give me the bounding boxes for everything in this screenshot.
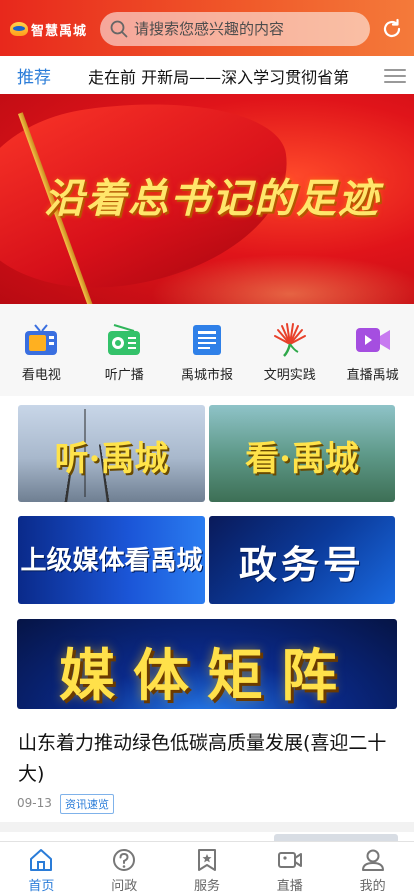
newspaper-icon — [189, 322, 225, 358]
tv-icon — [23, 322, 59, 358]
video-camera-icon — [277, 852, 302, 868]
logo-icon — [10, 22, 28, 36]
hero-banner[interactable]: 沿着总书记的足迹 — [0, 94, 414, 304]
article-title[interactable]: 山东着力推动绿色低碳高质量发展(喜迎二十大) — [18, 728, 396, 790]
search-icon — [110, 20, 128, 38]
card-title: 媒体矩阵 — [59, 643, 355, 709]
banner-glow — [150, 254, 414, 304]
nav-label: 问政 — [111, 879, 138, 894]
article-date: 09-13 — [17, 796, 52, 810]
headline-ticker[interactable]: 走在前 开新局——深入学习贯彻省第 — [88, 64, 378, 88]
quicknav-label: 直播禹城 — [346, 368, 399, 383]
card-media-matrix[interactable]: 媒体矩阵 — [17, 619, 397, 709]
refresh-icon — [383, 18, 401, 38]
refresh-button[interactable] — [378, 15, 406, 43]
menu-line-icon — [384, 69, 406, 71]
app-root: 智慧禹城 推荐 走在前 开新局——深入学习贯彻省第 — [0, 0, 414, 896]
quicknav-item-radio[interactable]: 听广播 — [83, 304, 166, 396]
user-icon — [361, 849, 384, 871]
menu-line-icon — [384, 75, 406, 77]
nav-live[interactable]: 直播 — [248, 842, 331, 896]
card-title: 看·禹城 — [245, 439, 359, 479]
civilization-icon — [272, 322, 308, 358]
quick-nav: 看电视 听广播 禹城市报 文明实践 直播禹城 — [0, 304, 414, 396]
menu-line-icon — [384, 81, 406, 83]
logo-text: 智慧禹城 — [31, 23, 88, 39]
bottom-navigation: 首页 问政 服务 直播 我的 — [0, 841, 414, 896]
card-listen-yucheng[interactable]: 听·禹城 — [18, 405, 205, 502]
home-icon — [30, 849, 53, 871]
nav-label: 服务 — [193, 879, 220, 894]
card-title: 上级媒体看禹城 — [20, 546, 203, 576]
quicknav-label: 文明实践 — [263, 368, 316, 383]
card-watch-yucheng[interactable]: 看·禹城 — [209, 405, 395, 502]
card-title: 听·禹城 — [54, 439, 169, 479]
quicknav-label: 听广播 — [104, 368, 144, 383]
nav-label: 我的 — [359, 879, 386, 894]
article-category-badge[interactable]: 资讯速览 — [60, 794, 114, 814]
tab-recommend[interactable]: 推荐 — [17, 63, 51, 88]
video-icon — [355, 322, 391, 358]
channel-menu-button[interactable] — [384, 65, 408, 85]
top-header: 智慧禹城 — [0, 0, 414, 56]
card-media-view[interactable]: 上级媒体看禹城 — [18, 516, 205, 604]
nav-profile[interactable]: 我的 — [331, 842, 414, 896]
quicknav-item-live[interactable]: 直播禹城 — [331, 304, 414, 396]
quicknav-item-tv[interactable]: 看电视 — [0, 304, 83, 396]
quicknav-item-newspaper[interactable]: 禹城市报 — [166, 304, 249, 396]
card-title: 政务号 — [238, 543, 365, 587]
quicknav-label: 禹城市报 — [180, 368, 233, 383]
banner-slogan: 沿着总书记的足迹 — [44, 175, 380, 222]
nav-inquiry[interactable]: 问政 — [83, 842, 166, 896]
app-logo[interactable]: 智慧禹城 — [10, 18, 94, 40]
card-gov-account[interactable]: 政务号 — [209, 516, 395, 604]
channel-tabbar: 推荐 走在前 开新局——深入学习贯彻省第 — [0, 56, 414, 94]
nav-service[interactable]: 服务 — [166, 842, 249, 896]
search-input[interactable] — [134, 20, 354, 38]
search-bar[interactable] — [100, 12, 370, 46]
nav-label: 直播 — [276, 879, 303, 894]
list-divider — [0, 822, 414, 832]
nav-home[interactable]: 首页 — [0, 842, 83, 896]
nav-label: 首页 — [28, 879, 55, 894]
radio-icon — [106, 322, 142, 358]
question-icon — [113, 849, 136, 871]
service-icon — [197, 849, 216, 871]
quicknav-item-civilization[interactable]: 文明实践 — [248, 304, 331, 396]
quicknav-label: 看电视 — [21, 368, 61, 383]
